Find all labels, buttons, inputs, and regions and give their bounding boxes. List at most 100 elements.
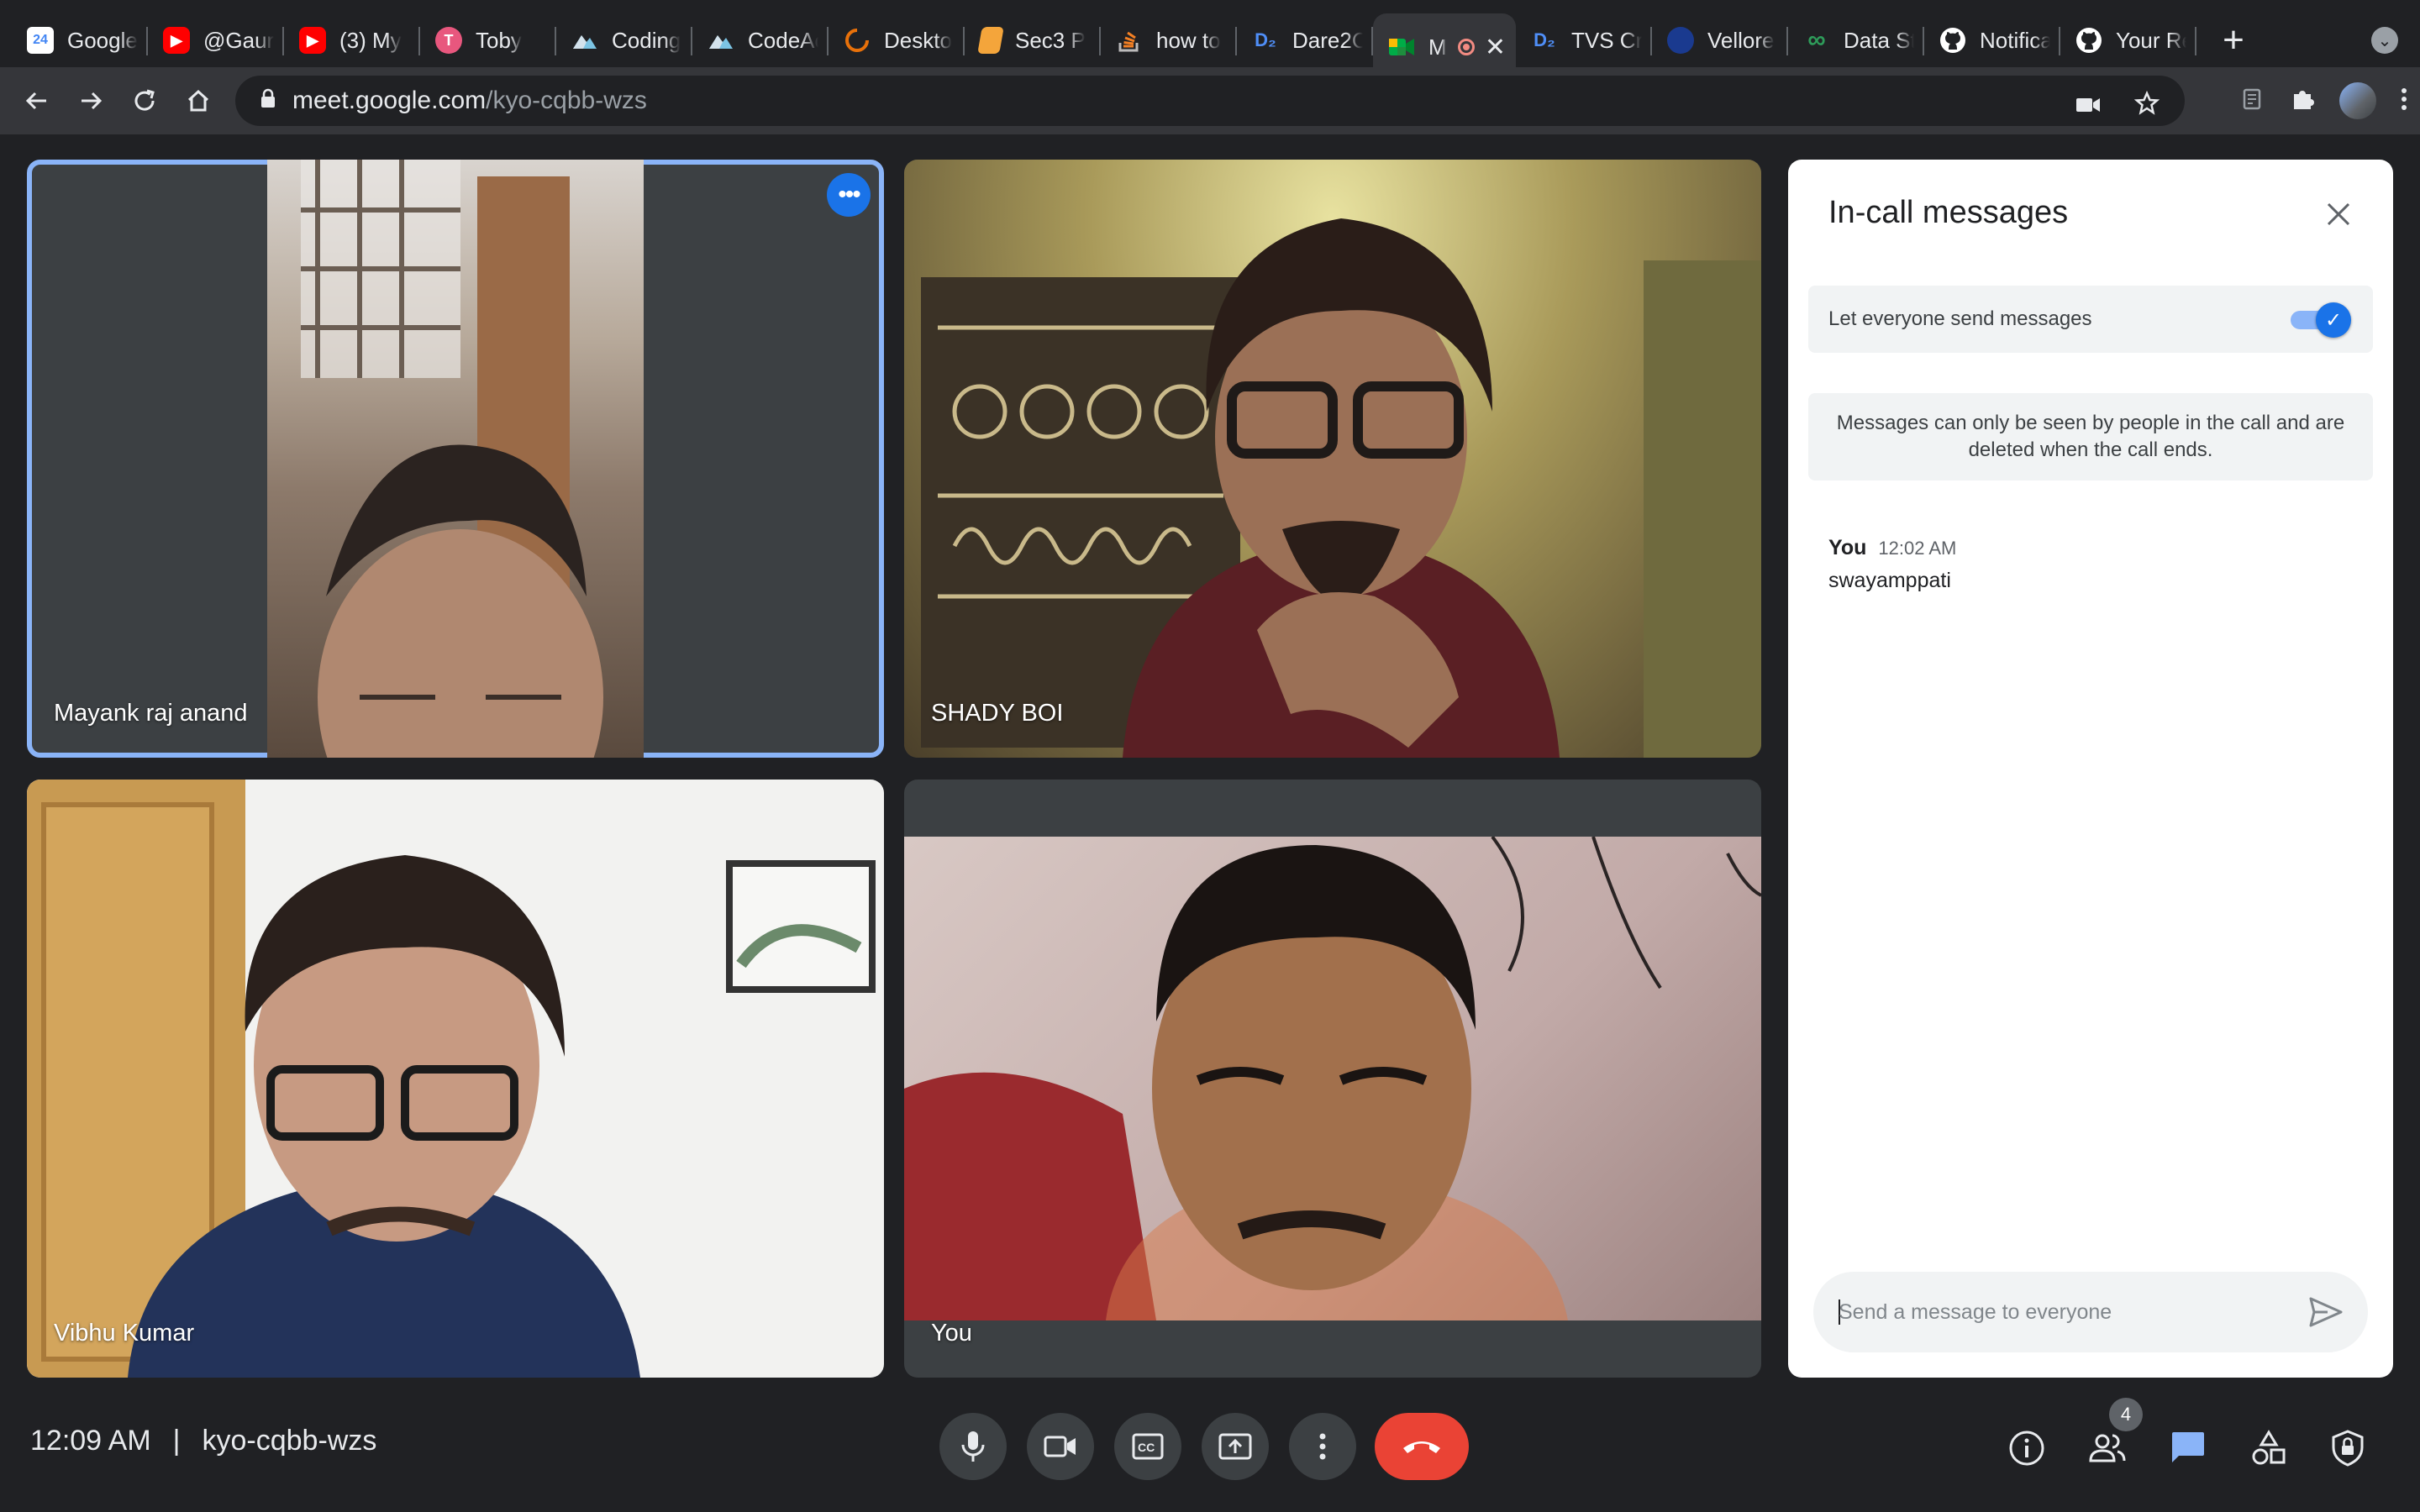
panel-title: In-call messages xyxy=(1828,195,2069,230)
video-feed xyxy=(904,160,1761,758)
people-icon xyxy=(2089,1434,2126,1462)
tab-youtube-my[interactable]: ▶ (3) My xyxy=(284,7,420,74)
infinity-icon: ∞ xyxy=(1807,26,1826,54)
shield-lock-icon xyxy=(2332,1430,2364,1467)
present-screen-button[interactable] xyxy=(1202,1413,1269,1480)
recording-indicator-icon xyxy=(1457,39,1475,55)
send-icon xyxy=(2309,1297,2343,1327)
reload-button[interactable] xyxy=(121,77,168,124)
tab-coding[interactable]: Coding xyxy=(556,7,692,74)
activities-shapes-icon xyxy=(2252,1430,2286,1465)
tab-toby[interactable]: T Toby xyxy=(420,7,556,74)
close-tab-icon[interactable]: ✕ xyxy=(1485,33,1506,62)
url-path: /kyo-cqbb-wzs xyxy=(486,87,647,114)
university-icon xyxy=(1667,27,1694,54)
tab-how-to[interactable]: how to xyxy=(1101,7,1237,74)
chat-button[interactable] xyxy=(2165,1425,2212,1472)
more-options-button[interactable] xyxy=(1289,1413,1356,1480)
participant-name: You xyxy=(931,1320,972,1347)
tab-dare2c[interactable]: D₂ Dare2C xyxy=(1237,7,1373,74)
meeting-code: kyo-cqbb-wzs xyxy=(202,1425,377,1457)
send-messages-toggle[interactable]: ✓ xyxy=(2289,302,2351,338)
message-sender: You xyxy=(1828,536,1867,559)
present-icon xyxy=(1218,1433,1252,1460)
tab-github-notifications[interactable]: Notifica xyxy=(1924,7,2060,74)
mountain-icon xyxy=(708,27,734,54)
video-feed xyxy=(27,780,884,1378)
github-icon xyxy=(1939,27,1966,54)
new-tab-button[interactable]: + xyxy=(2208,15,2259,66)
people-button[interactable] xyxy=(2084,1425,2131,1472)
github-icon xyxy=(2075,27,2102,54)
d2c-icon: D₂ xyxy=(1534,29,1555,50)
close-icon xyxy=(2327,202,2350,226)
browser-toolbar: meet.google.com/kyo-cqbb-wzs xyxy=(0,67,2420,134)
participant-name: SHADY BOI xyxy=(931,700,1064,727)
profile-avatar[interactable] xyxy=(2339,82,2376,119)
participant-tile-shady-boi[interactable]: SHADY BOI xyxy=(904,160,1761,758)
info-icon xyxy=(2009,1431,2044,1466)
mountain-icon xyxy=(571,27,598,54)
reload-icon xyxy=(134,89,155,111)
tab-youtube-gaur[interactable]: ▶ @Gaur xyxy=(148,7,284,74)
messages-info-note: Messages can only be seen by people in t… xyxy=(1808,393,2373,480)
tab-search-icon[interactable]: ⌄ xyxy=(2371,27,2398,54)
meet-icon xyxy=(1388,34,1415,60)
address-bar[interactable]: meet.google.com/kyo-cqbb-wzs xyxy=(235,76,2185,126)
more-options-button[interactable]: ••• xyxy=(827,173,871,217)
divider: | xyxy=(172,1425,181,1457)
tab-github-your-repos[interactable]: Your Re xyxy=(2060,7,2196,74)
leave-call-button[interactable] xyxy=(1375,1413,1469,1480)
participant-tile-you[interactable]: You xyxy=(904,780,1761,1378)
d2c-icon: D₂ xyxy=(1255,29,1276,50)
activities-button[interactable] xyxy=(2245,1425,2292,1472)
tab-tvs[interactable]: D₂ TVS Cr xyxy=(1516,7,1652,74)
extensions-puzzle-icon[interactable] xyxy=(2289,86,2316,117)
participant-name: Vibhu Kumar xyxy=(54,1320,195,1347)
closed-captions-icon: CC xyxy=(1132,1433,1164,1460)
camera-button[interactable] xyxy=(1027,1413,1094,1480)
participant-count-badge: 4 xyxy=(2109,1398,2143,1431)
tab-desktop[interactable]: Deskto xyxy=(829,7,965,74)
host-controls-button[interactable] xyxy=(2324,1425,2371,1472)
message-time: 12:02 AM xyxy=(1878,538,1957,559)
back-button[interactable] xyxy=(13,77,60,124)
url-host: meet.google.com xyxy=(292,87,487,114)
tab-google-calendar[interactable]: 24 Google xyxy=(12,7,148,74)
youtube-icon: ▶ xyxy=(163,27,190,54)
tab-data-st[interactable]: ∞ Data St xyxy=(1788,7,1924,74)
message-text: swayamppati xyxy=(1828,569,1951,592)
home-icon xyxy=(187,89,209,112)
meeting-info: 12:09 AM | kyo-cqbb-wzs xyxy=(30,1425,376,1457)
toggle-label: Let everyone send messages xyxy=(1828,307,2092,330)
calendar-icon: 24 xyxy=(27,27,54,54)
loader-icon xyxy=(844,27,871,54)
kebab-menu-icon[interactable] xyxy=(2400,86,2408,117)
captions-button[interactable]: CC xyxy=(1114,1413,1181,1480)
microphone-icon xyxy=(961,1431,985,1462)
camera-in-use-icon[interactable] xyxy=(2075,92,2101,121)
hang-up-icon xyxy=(1403,1441,1440,1453)
send-message-button[interactable] xyxy=(2307,1294,2344,1335)
tab-sec3[interactable]: Sec3 P xyxy=(965,7,1101,74)
close-panel-button[interactable] xyxy=(2317,193,2360,235)
meeting-controls-bar: 12:09 AM | kyo-cqbb-wzs CC 4 xyxy=(0,1378,2420,1512)
tab-codeac[interactable]: CodeAc xyxy=(692,7,829,74)
svg-text:CC: CC xyxy=(1138,1441,1155,1454)
participant-tile-vibhu-kumar[interactable]: Vibhu Kumar xyxy=(27,780,884,1378)
home-button[interactable] xyxy=(175,77,222,124)
camera-icon xyxy=(1044,1436,1076,1457)
arrow-left-icon xyxy=(25,92,46,110)
check-icon: ✓ xyxy=(2316,302,2351,338)
reading-list-icon[interactable] xyxy=(2240,87,2265,116)
message-input[interactable] xyxy=(1839,1299,2275,1325)
participant-tile-mayank[interactable]: ••• Mayank raj anand xyxy=(27,160,884,758)
chat-icon xyxy=(2172,1432,2204,1462)
meeting-details-button[interactable] xyxy=(2003,1425,2050,1472)
chat-message: You 12:02 AM swayamppati xyxy=(1828,536,1956,593)
bookmark-star-icon[interactable] xyxy=(2133,90,2160,123)
let-everyone-send-messages-row: Let everyone send messages ✓ xyxy=(1808,286,2373,353)
microphone-button[interactable] xyxy=(939,1413,1007,1480)
forward-button[interactable] xyxy=(67,77,114,124)
tab-vellore[interactable]: Vellore xyxy=(1652,7,1788,74)
